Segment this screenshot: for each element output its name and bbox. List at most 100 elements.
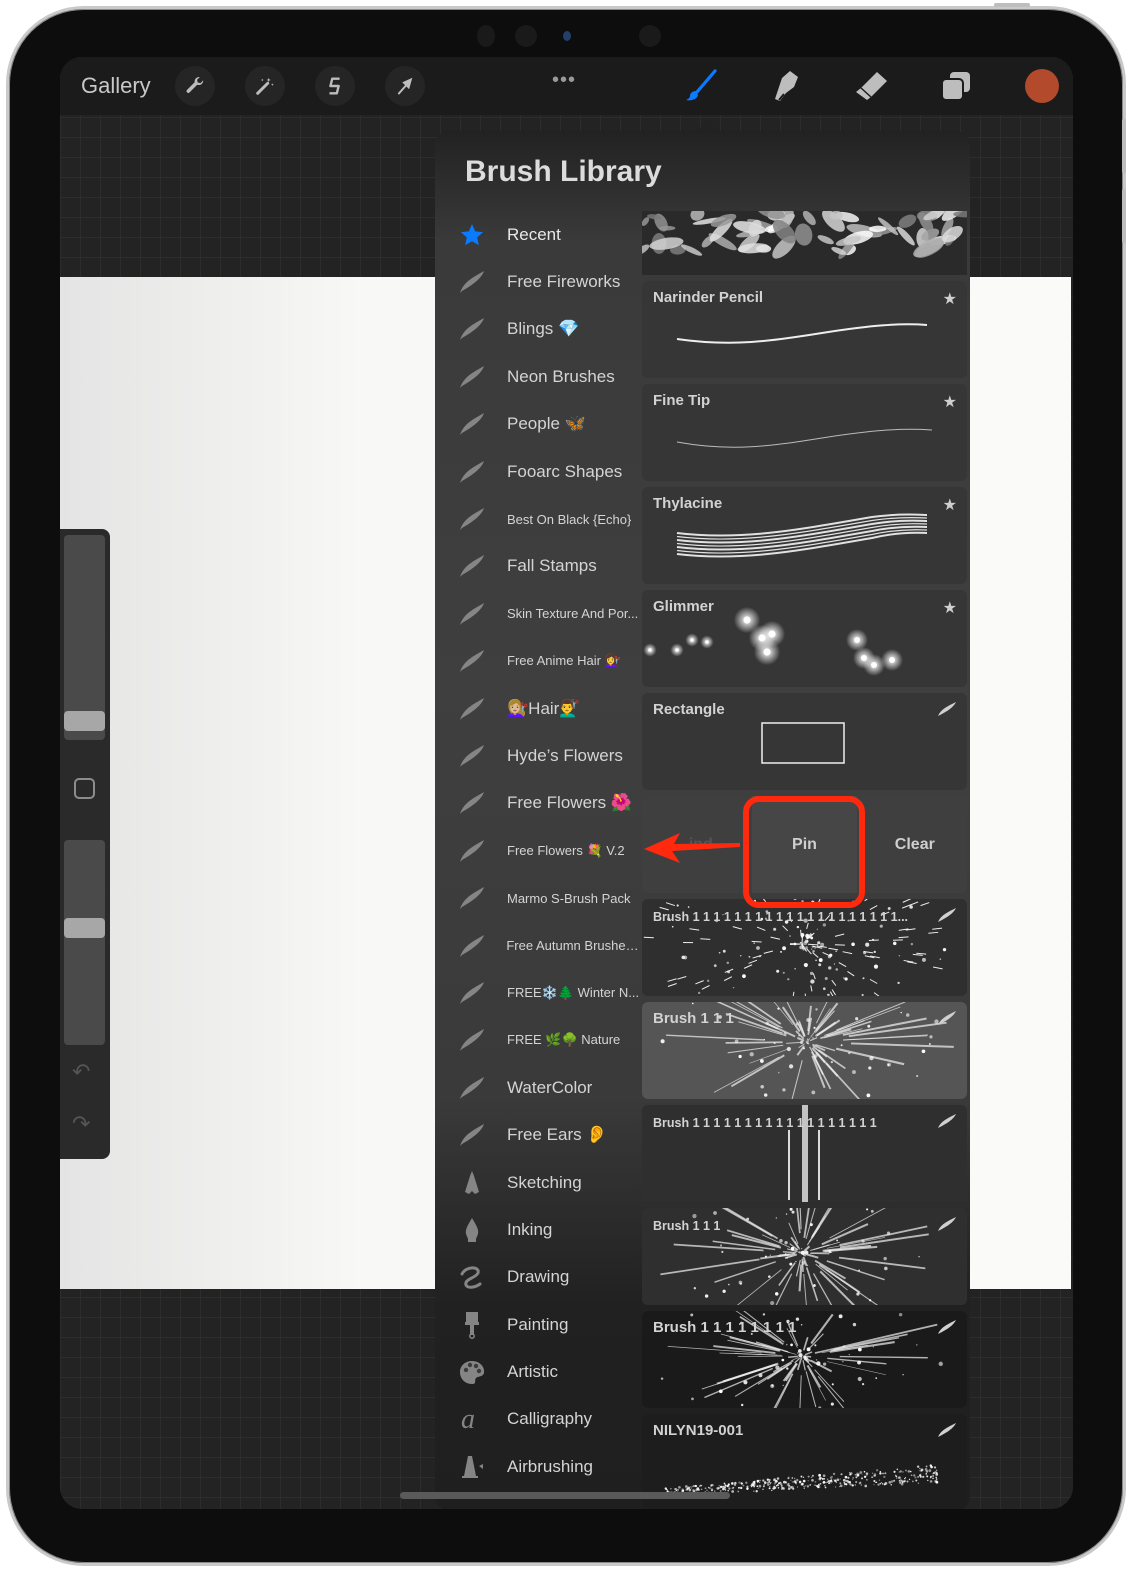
category-item[interactable]: Sketching bbox=[435, 1159, 640, 1206]
selection-s-icon bbox=[329, 77, 340, 95]
brush-name: Glimmer bbox=[653, 598, 714, 615]
brush-stroke-icon bbox=[457, 694, 487, 724]
more-options-button[interactable]: ••• bbox=[552, 69, 576, 92]
brush-icon bbox=[686, 69, 717, 101]
clear-action-button[interactable]: Clear bbox=[863, 796, 967, 893]
category-label: Airbrushing bbox=[507, 1456, 593, 1476]
undo-button[interactable]: ↶ bbox=[72, 1059, 90, 1085]
brush-item[interactable]: Thylacine ★ bbox=[642, 487, 967, 584]
brush-stroke-icon bbox=[457, 978, 487, 1008]
category-item[interactable]: Free Fireworks bbox=[435, 258, 640, 305]
category-item[interactable]: Hyde’s Flowers bbox=[435, 732, 640, 779]
brush-name: Brush 1 1 1 bbox=[653, 1010, 734, 1027]
category-item[interactable]: Free Autumn Brushes... bbox=[435, 922, 640, 969]
category-item[interactable]: Free Ears 👂 bbox=[435, 1111, 640, 1158]
category-item[interactable]: Drawing bbox=[435, 1254, 640, 1301]
brush-item[interactable]: Brush 1 1 1 1 1 1 1 1 bbox=[642, 1311, 967, 1408]
pin-action-button[interactable]: Pin bbox=[752, 796, 857, 893]
category-item[interactable]: 💇🏼‍♀️Hair💇‍♂️ bbox=[435, 685, 640, 732]
layers-icon bbox=[941, 72, 970, 101]
brush-stroke-icon bbox=[457, 267, 487, 297]
brush-stroke-icon bbox=[457, 409, 487, 439]
magic-wand-icon bbox=[256, 77, 274, 95]
brush-item[interactable]: Rectangle bbox=[642, 693, 967, 790]
category-item[interactable]: Fooarc Shapes bbox=[435, 448, 640, 495]
volume-up-button bbox=[1122, 119, 1126, 173]
transform-button[interactable] bbox=[385, 66, 425, 106]
category-item[interactable]: FREE 🌿🌳 Nature bbox=[435, 1017, 640, 1064]
imported-brush-icon bbox=[937, 1319, 957, 1340]
category-label: Blings 💎 bbox=[507, 319, 580, 339]
svg-text:a: a bbox=[461, 1405, 475, 1433]
category-label: Free Ears 👂 bbox=[507, 1125, 608, 1145]
category-item[interactable]: Inking bbox=[435, 1206, 640, 1253]
category-label: Painting bbox=[507, 1314, 569, 1334]
category-item[interactable]: Recent bbox=[435, 211, 640, 258]
brush-category-list[interactable]: Recent Free Fireworks Blings 💎 Neon Brushes… bbox=[435, 211, 640, 1491]
brush-item[interactable]: Glimmer ★ bbox=[642, 590, 967, 687]
brush-item[interactable]: Fine Tip ★ bbox=[642, 384, 967, 481]
top-button bbox=[994, 3, 1030, 7]
brush-name: Fine Tip bbox=[653, 392, 711, 409]
eraser-tool-button[interactable] bbox=[852, 67, 890, 105]
brush-name: Narinder Pencil bbox=[653, 289, 764, 306]
share-action-button[interactable]: ...ind bbox=[642, 796, 746, 893]
smudge-tool-button[interactable] bbox=[767, 67, 805, 105]
category-item[interactable]: a Calligraphy bbox=[435, 1396, 640, 1443]
redo-button[interactable]: ↷ bbox=[72, 1111, 90, 1137]
wrench-icon bbox=[186, 76, 204, 93]
category-item[interactable]: Fall Stamps bbox=[435, 543, 640, 590]
brush-name: Brush 1 1 1 1 1 1 1 1 bbox=[653, 1319, 797, 1336]
brush-stroke-icon bbox=[457, 504, 487, 534]
brush-opacity-slider[interactable] bbox=[64, 840, 105, 1045]
brush-size-slider[interactable] bbox=[64, 535, 105, 740]
brush-stroke-icon bbox=[457, 599, 487, 629]
gallery-button[interactable]: Gallery bbox=[81, 73, 151, 99]
brush-item[interactable]: Brush 1 1 1 1 1 1 1 1 1 1 1 1 1 1 1 1 1 … bbox=[642, 1105, 967, 1202]
panel-title: Brush Library bbox=[465, 155, 662, 188]
selection-button[interactable] bbox=[315, 66, 355, 106]
category-item[interactable]: Artistic bbox=[435, 1348, 640, 1395]
category-item[interactable]: Marmo S-Brush Pack bbox=[435, 874, 640, 921]
category-item[interactable]: Free Anime Hair 💇‍♀️ bbox=[435, 638, 640, 685]
brush-preview-stroke bbox=[642, 211, 967, 260]
category-item[interactable]: Blings 💎 bbox=[435, 306, 640, 353]
pinned-star-icon: ★ bbox=[942, 291, 957, 308]
brush-item[interactable]: Brush 1 1 1 1 1 1 1 1 1 1 1 1 1 1 1 1 1 … bbox=[642, 899, 967, 996]
brush-item[interactable]: Brush 1 1 1 bbox=[642, 1002, 967, 1099]
volume-down-button bbox=[1122, 189, 1126, 243]
eyedropper-modify-button[interactable] bbox=[74, 778, 95, 799]
layers-tool-button[interactable] bbox=[937, 67, 975, 105]
brush-opacity-thumb[interactable] bbox=[64, 917, 105, 938]
brush-size-thumb[interactable] bbox=[64, 710, 105, 731]
brush-item[interactable] bbox=[642, 211, 967, 275]
brush-stroke-icon bbox=[457, 314, 487, 344]
imported-brush-icon bbox=[937, 907, 957, 928]
category-item[interactable]: Painting bbox=[435, 1301, 640, 1348]
category-item[interactable]: Free Flowers 🌺 bbox=[435, 780, 640, 827]
brush-name: NILYN19-001 bbox=[653, 1422, 744, 1439]
camera-sensor bbox=[477, 25, 495, 47]
pinned-star-icon: ★ bbox=[942, 394, 957, 411]
airbrush-icon bbox=[457, 1452, 487, 1482]
category-label: People 🦋 bbox=[507, 414, 586, 434]
category-item[interactable]: FREE❄️🌲 Winter N... bbox=[435, 969, 640, 1016]
adjustments-button[interactable] bbox=[245, 66, 285, 106]
category-item[interactable]: Skin Texture And Por... bbox=[435, 590, 640, 637]
category-item[interactable]: Neon Brushes bbox=[435, 353, 640, 400]
actions-button[interactable] bbox=[175, 66, 215, 106]
category-item[interactable]: Free Flowers 💐 V.2 bbox=[435, 827, 640, 874]
category-item[interactable]: Airbrushing bbox=[435, 1443, 640, 1490]
category-item[interactable]: Best On Black {Echo} bbox=[435, 495, 640, 542]
brush-list[interactable]: Narinder Pencil ★ Fine Tip ★ Thylacine ★ Glimm… bbox=[642, 211, 967, 1509]
brush-item[interactable]: Narinder Pencil ★ bbox=[642, 281, 967, 378]
color-picker-button[interactable] bbox=[1025, 69, 1059, 103]
category-item[interactable]: WaterColor bbox=[435, 1064, 640, 1111]
brush-stroke-icon bbox=[457, 457, 487, 487]
brush-item[interactable]: Brush 1 1 1 bbox=[642, 1208, 967, 1305]
brush-name: Brush 1 1 1 bbox=[653, 1219, 721, 1233]
home-indicator[interactable] bbox=[400, 1492, 730, 1499]
category-label: 💇🏼‍♀️Hair💇‍♂️ bbox=[507, 698, 581, 718]
paint-tool-button[interactable] bbox=[682, 67, 720, 105]
category-item[interactable]: People 🦋 bbox=[435, 401, 640, 448]
